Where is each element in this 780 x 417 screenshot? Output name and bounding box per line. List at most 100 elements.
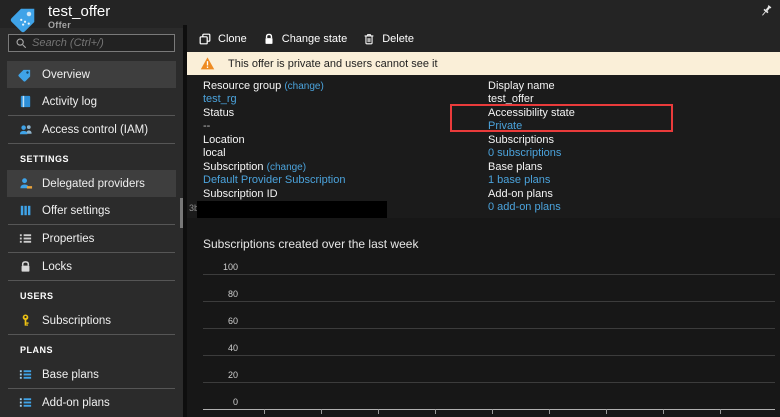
location-label: Location — [203, 134, 399, 147]
x-axis-tick — [663, 409, 664, 414]
subscription-label: Subscription — [203, 161, 264, 173]
sidebar-item-label: Locks — [42, 261, 72, 273]
status-value: -- — [203, 120, 399, 133]
base-plans-value[interactable]: 1 base plans — [488, 174, 575, 187]
display-name-label: Display name — [488, 80, 575, 93]
display-name-value: test_offer — [488, 93, 575, 106]
subscription-value[interactable]: Default Provider Subscription — [203, 174, 399, 187]
delete-button-label: Delete — [382, 33, 414, 45]
gridline — [203, 301, 775, 302]
add-on-plans-value[interactable]: 0 add-on plans — [488, 201, 575, 214]
base-plans-label: Base plans — [488, 161, 575, 174]
delete-button[interactable]: Delete — [362, 25, 414, 52]
base-plans-row: Base plans 1 base plans — [488, 161, 575, 188]
bars-icon — [18, 203, 33, 218]
sidebar-item-properties[interactable]: Properties — [7, 225, 176, 252]
gridline — [203, 382, 775, 383]
search-icon — [15, 37, 27, 49]
sidebar-item-label: Activity log — [42, 96, 97, 108]
sidebar-item-delegated-providers[interactable]: Delegated providers — [7, 170, 176, 197]
accessibility-state-value[interactable]: Private — [488, 120, 575, 133]
resource-group-label: Resource group — [203, 80, 281, 92]
sidebar-search[interactable] — [8, 34, 175, 52]
sidebar-nav: Overview Activity log Access control (IA… — [0, 61, 183, 416]
x-axis-tick — [720, 409, 721, 414]
sidebar-item-label: Properties — [42, 233, 94, 245]
change-subscription-link[interactable]: (change) — [267, 162, 306, 173]
subscription-id-label: Subscription ID — [203, 188, 399, 201]
x-axis-tick — [606, 409, 607, 414]
clone-button[interactable]: Clone — [198, 25, 247, 52]
y-axis-tick-label: 80 — [203, 289, 238, 299]
sidebar-item-access-control[interactable]: Access control (IAM) — [7, 116, 176, 143]
x-axis-tick — [435, 409, 436, 414]
plan-list-icon — [18, 367, 33, 382]
x-axis-tick — [378, 409, 379, 414]
clone-icon — [198, 32, 212, 46]
add-on-plans-label: Add-on plans — [488, 188, 575, 201]
book-icon — [18, 94, 33, 109]
x-axis-line — [203, 409, 775, 410]
delete-icon — [362, 32, 376, 46]
sidebar-item-label: Add-on plans — [42, 397, 110, 409]
chart-plot-area: 100 80 60 40 20 0 — [203, 218, 775, 417]
main-content: This offer is private and users cannot s… — [187, 52, 780, 417]
sidebar-item-subscriptions[interactable]: Subscriptions — [7, 307, 176, 334]
subscriptions-count-row: Subscriptions 0 subscriptions — [488, 134, 575, 161]
warning-icon — [200, 56, 215, 71]
blade-title-block: test_offer Offer — [10, 3, 110, 33]
sidebar-item-label: Offer settings — [42, 205, 110, 217]
change-resource-group-link[interactable]: (change) — [284, 81, 323, 92]
warning-banner-text: This offer is private and users cannot s… — [228, 58, 438, 70]
sidebar: Overview Activity log Access control (IA… — [0, 28, 183, 417]
sidebar-item-overview[interactable]: Overview — [7, 61, 176, 88]
essentials-left-column: Resource group (change) test_rg Status -… — [203, 80, 399, 215]
key-icon — [18, 313, 33, 328]
resource-group-value[interactable]: test_rg — [203, 93, 399, 106]
page-title: test_offer — [48, 3, 110, 20]
accessibility-state-row: Accessibility state Private — [488, 107, 575, 134]
command-bar: Clone Change state Delete — [187, 25, 780, 52]
y-axis-tick-label: 20 — [203, 370, 238, 380]
x-axis-tick — [321, 409, 322, 414]
sidebar-item-label: Access control (IAM) — [42, 124, 148, 136]
gridline — [203, 355, 775, 356]
sidebar-item-offer-settings[interactable]: Offer settings — [7, 197, 176, 224]
gridline — [203, 328, 775, 329]
clone-button-label: Clone — [218, 33, 247, 45]
add-on-plans-row: Add-on plans 0 add-on plans — [488, 188, 575, 215]
sidebar-item-base-plans[interactable]: Base plans — [7, 361, 176, 388]
location-value: local — [203, 147, 399, 160]
subscriptions-chart-tile: Subscriptions created over the last week… — [187, 218, 780, 417]
tag-icon — [18, 67, 33, 82]
sidebar-section-settings: SETTINGS — [0, 144, 183, 170]
display-name-row: Display name test_offer — [488, 80, 575, 107]
sidebar-item-activity-log[interactable]: Activity log — [7, 88, 176, 115]
accessibility-state-label: Accessibility state — [488, 107, 575, 120]
sidebar-section-users: USERS — [0, 281, 183, 307]
subscriptions-count-value[interactable]: 0 subscriptions — [488, 147, 575, 160]
status-label: Status — [203, 107, 399, 120]
pin-icon[interactable] — [758, 3, 774, 19]
change-state-button[interactable]: Change state — [262, 25, 347, 52]
plan-list-icon — [18, 395, 33, 410]
subscription-row: Subscription (change) Default Provider S… — [203, 161, 399, 188]
x-axis-tick — [492, 409, 493, 414]
essentials-right-column: Display name test_offer Accessibility st… — [488, 80, 575, 215]
person-icon — [18, 176, 33, 191]
status-row: Status -- — [203, 107, 399, 134]
subscriptions-count-label: Subscriptions — [488, 134, 575, 147]
sidebar-item-label: Subscriptions — [42, 315, 111, 327]
lock-icon — [262, 32, 276, 46]
offer-tag-icon — [10, 3, 40, 33]
blade-header — [0, 0, 780, 28]
y-axis-tick-label: 40 — [203, 343, 238, 353]
sidebar-item-locks[interactable]: Locks — [7, 253, 176, 280]
sidebar-section-plans: PLANS — [0, 335, 183, 361]
lock-icon — [18, 259, 33, 274]
y-axis-tick-label: 60 — [203, 316, 238, 326]
sidebar-item-add-on-plans[interactable]: Add-on plans — [7, 389, 176, 416]
azure-portal-offer-blade: test_offer Offer Overview — [0, 0, 780, 417]
search-input[interactable] — [32, 37, 152, 49]
warning-banner: This offer is private and users cannot s… — [187, 52, 780, 75]
